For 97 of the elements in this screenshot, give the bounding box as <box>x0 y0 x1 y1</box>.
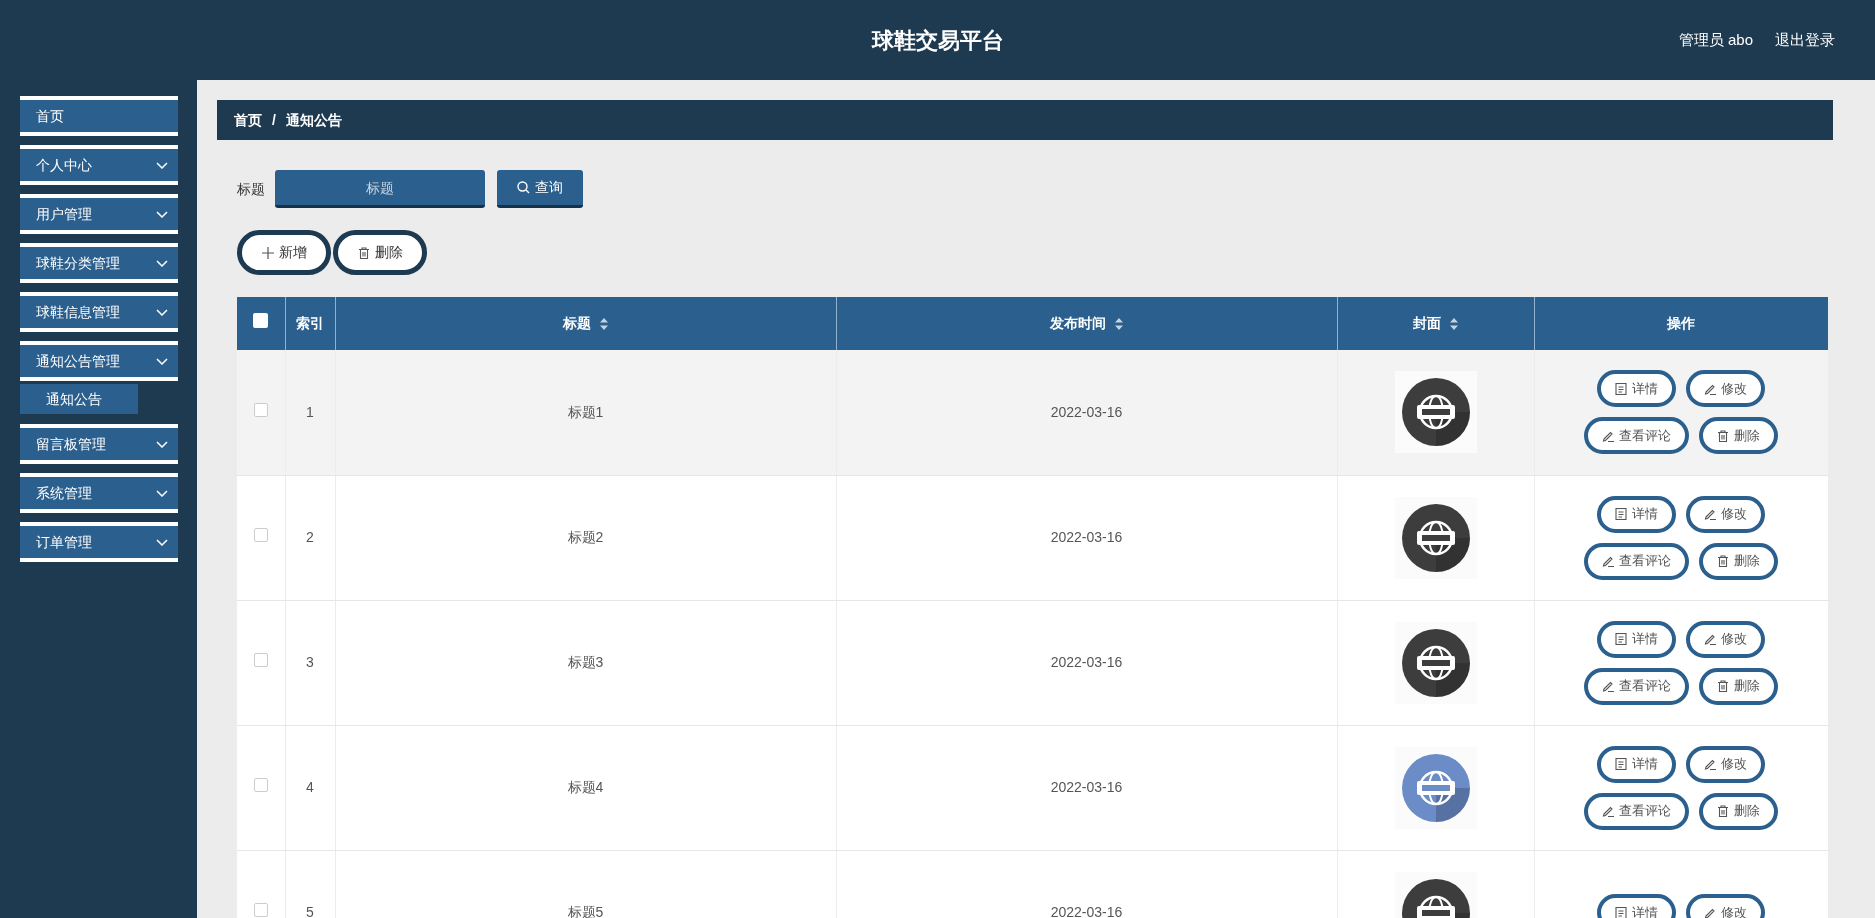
breadcrumb-item[interactable]: 首页 <box>234 109 262 131</box>
title-cell: 标题2 <box>567 529 604 545</box>
chevron-down-icon <box>156 161 168 169</box>
date-cell: 2022-03-16 <box>1050 529 1123 545</box>
chevron-down-icon <box>156 308 168 316</box>
column-header: 操作 <box>1667 314 1696 333</box>
column-header: 索引 <box>296 314 324 333</box>
trash-icon <box>1717 680 1729 692</box>
action-button[interactable]: 修改 <box>1686 745 1765 783</box>
title-cell: 标题1 <box>567 403 604 420</box>
row-checkbox[interactable] <box>253 528 268 542</box>
chevron-down-icon <box>156 259 168 267</box>
action-button[interactable]: 删除 <box>1699 667 1778 705</box>
action-button[interactable]: 删除 <box>1699 417 1778 455</box>
row-checkbox[interactable] <box>253 402 268 417</box>
action-button[interactable]: 修改 <box>1686 894 1765 918</box>
action-button[interactable]: 修改 <box>1686 620 1765 658</box>
sidebar-item[interactable]: 订单管理 <box>20 522 178 562</box>
sort-icon <box>1113 317 1124 330</box>
user-label: 管理员 abo <box>1678 29 1753 50</box>
action-button[interactable]: 查看评论 <box>1584 417 1689 455</box>
index-cell: 5 <box>306 904 314 918</box>
pencil-icon <box>1602 680 1614 692</box>
app-title: 球鞋交易平台 <box>871 26 1004 55</box>
action-button[interactable]: 删除 <box>1699 792 1778 830</box>
index-cell: 1 <box>306 403 314 420</box>
breadcrumb-separator: / <box>272 110 276 130</box>
action-button[interactable]: 详情 <box>1597 894 1676 918</box>
chevron-down-icon <box>156 210 168 218</box>
logout-link[interactable]: 退出登录 <box>1775 28 1835 52</box>
pencil-icon <box>1704 906 1716 918</box>
title-cell: 标题4 <box>567 779 604 795</box>
document-icon <box>1615 758 1627 770</box>
date-cell: 2022-03-16 <box>1050 403 1123 420</box>
column-header[interactable]: 标题 <box>562 313 591 334</box>
breadcrumb-item: 通知公告 <box>285 110 342 130</box>
pencil-icon <box>1704 508 1716 520</box>
search-icon <box>517 181 530 194</box>
sidebar-item[interactable]: 系统管理 <box>20 473 178 513</box>
action-button[interactable]: 详情 <box>1597 495 1676 533</box>
row-checkbox[interactable] <box>253 653 268 667</box>
search-field[interactable]: 标题 <box>275 170 485 208</box>
chevron-down-icon <box>156 489 168 497</box>
column-header[interactable]: 发布时间 <box>1049 313 1106 334</box>
pencil-icon <box>1704 633 1716 645</box>
trash-icon <box>1717 429 1729 442</box>
row-checkbox[interactable] <box>253 778 268 792</box>
action-button[interactable]: 删除 <box>1699 542 1778 580</box>
sidebar-item[interactable]: 留言板管理 <box>20 424 178 464</box>
action-button[interactable]: 修改 <box>1686 370 1765 408</box>
action-button[interactable]: 查看评论 <box>1584 792 1689 830</box>
date-cell: 2022-03-16 <box>1050 779 1123 795</box>
date-cell: 2022-03-16 <box>1050 904 1123 918</box>
title-cell: 标题3 <box>567 654 604 670</box>
sort-icon <box>1448 317 1459 330</box>
trash-icon <box>1717 805 1729 817</box>
delete-button[interactable]: 删除 <box>333 230 427 275</box>
sidebar-item[interactable]: 用户管理 <box>20 194 178 234</box>
plus-icon <box>261 246 274 259</box>
column-header[interactable]: 封面 <box>1412 313 1441 334</box>
document-icon <box>1615 382 1627 395</box>
action-button[interactable]: 修改 <box>1686 495 1765 533</box>
title-cell: 标题5 <box>567 904 604 918</box>
row-checkbox[interactable] <box>253 903 268 917</box>
pencil-icon <box>1602 555 1614 567</box>
pencil-icon <box>1704 758 1716 770</box>
pencil-icon <box>1602 429 1614 442</box>
document-icon <box>1615 633 1627 645</box>
sidebar-item[interactable]: 球鞋信息管理 <box>20 292 178 332</box>
sidebar-subitem[interactable]: 通知公告 <box>20 384 138 414</box>
chevron-down-icon <box>156 440 168 448</box>
sidebar-item[interactable]: 个人中心 <box>20 145 178 185</box>
field-label: 标题 <box>237 179 265 199</box>
sort-icon <box>598 317 609 330</box>
select-all-checkbox[interactable] <box>253 313 269 328</box>
sidebar-item[interactable]: 首页 <box>20 96 178 136</box>
sidebar-item[interactable]: 球鞋分类管理 <box>20 243 178 283</box>
action-button[interactable]: 详情 <box>1597 370 1676 408</box>
chevron-down-icon <box>156 538 168 546</box>
search-button[interactable]: 查询 <box>497 170 583 208</box>
add-button[interactable]: 新增 <box>237 230 331 275</box>
document-icon <box>1615 508 1627 520</box>
pencil-icon <box>1602 805 1614 817</box>
chevron-down-icon <box>156 357 168 365</box>
action-button[interactable]: 查看评论 <box>1584 667 1689 705</box>
date-cell: 2022-03-16 <box>1050 654 1123 670</box>
index-cell: 3 <box>306 654 314 670</box>
action-button[interactable]: 详情 <box>1597 745 1676 783</box>
index-cell: 2 <box>306 529 314 545</box>
trash-icon <box>1717 555 1729 567</box>
sidebar-item[interactable]: 通知公告管理 <box>20 341 178 381</box>
trash-icon <box>357 246 370 259</box>
document-icon <box>1615 906 1627 918</box>
action-button[interactable]: 详情 <box>1597 620 1676 658</box>
action-button[interactable]: 查看评论 <box>1584 542 1689 580</box>
pencil-icon <box>1704 382 1716 395</box>
index-cell: 4 <box>306 779 314 795</box>
